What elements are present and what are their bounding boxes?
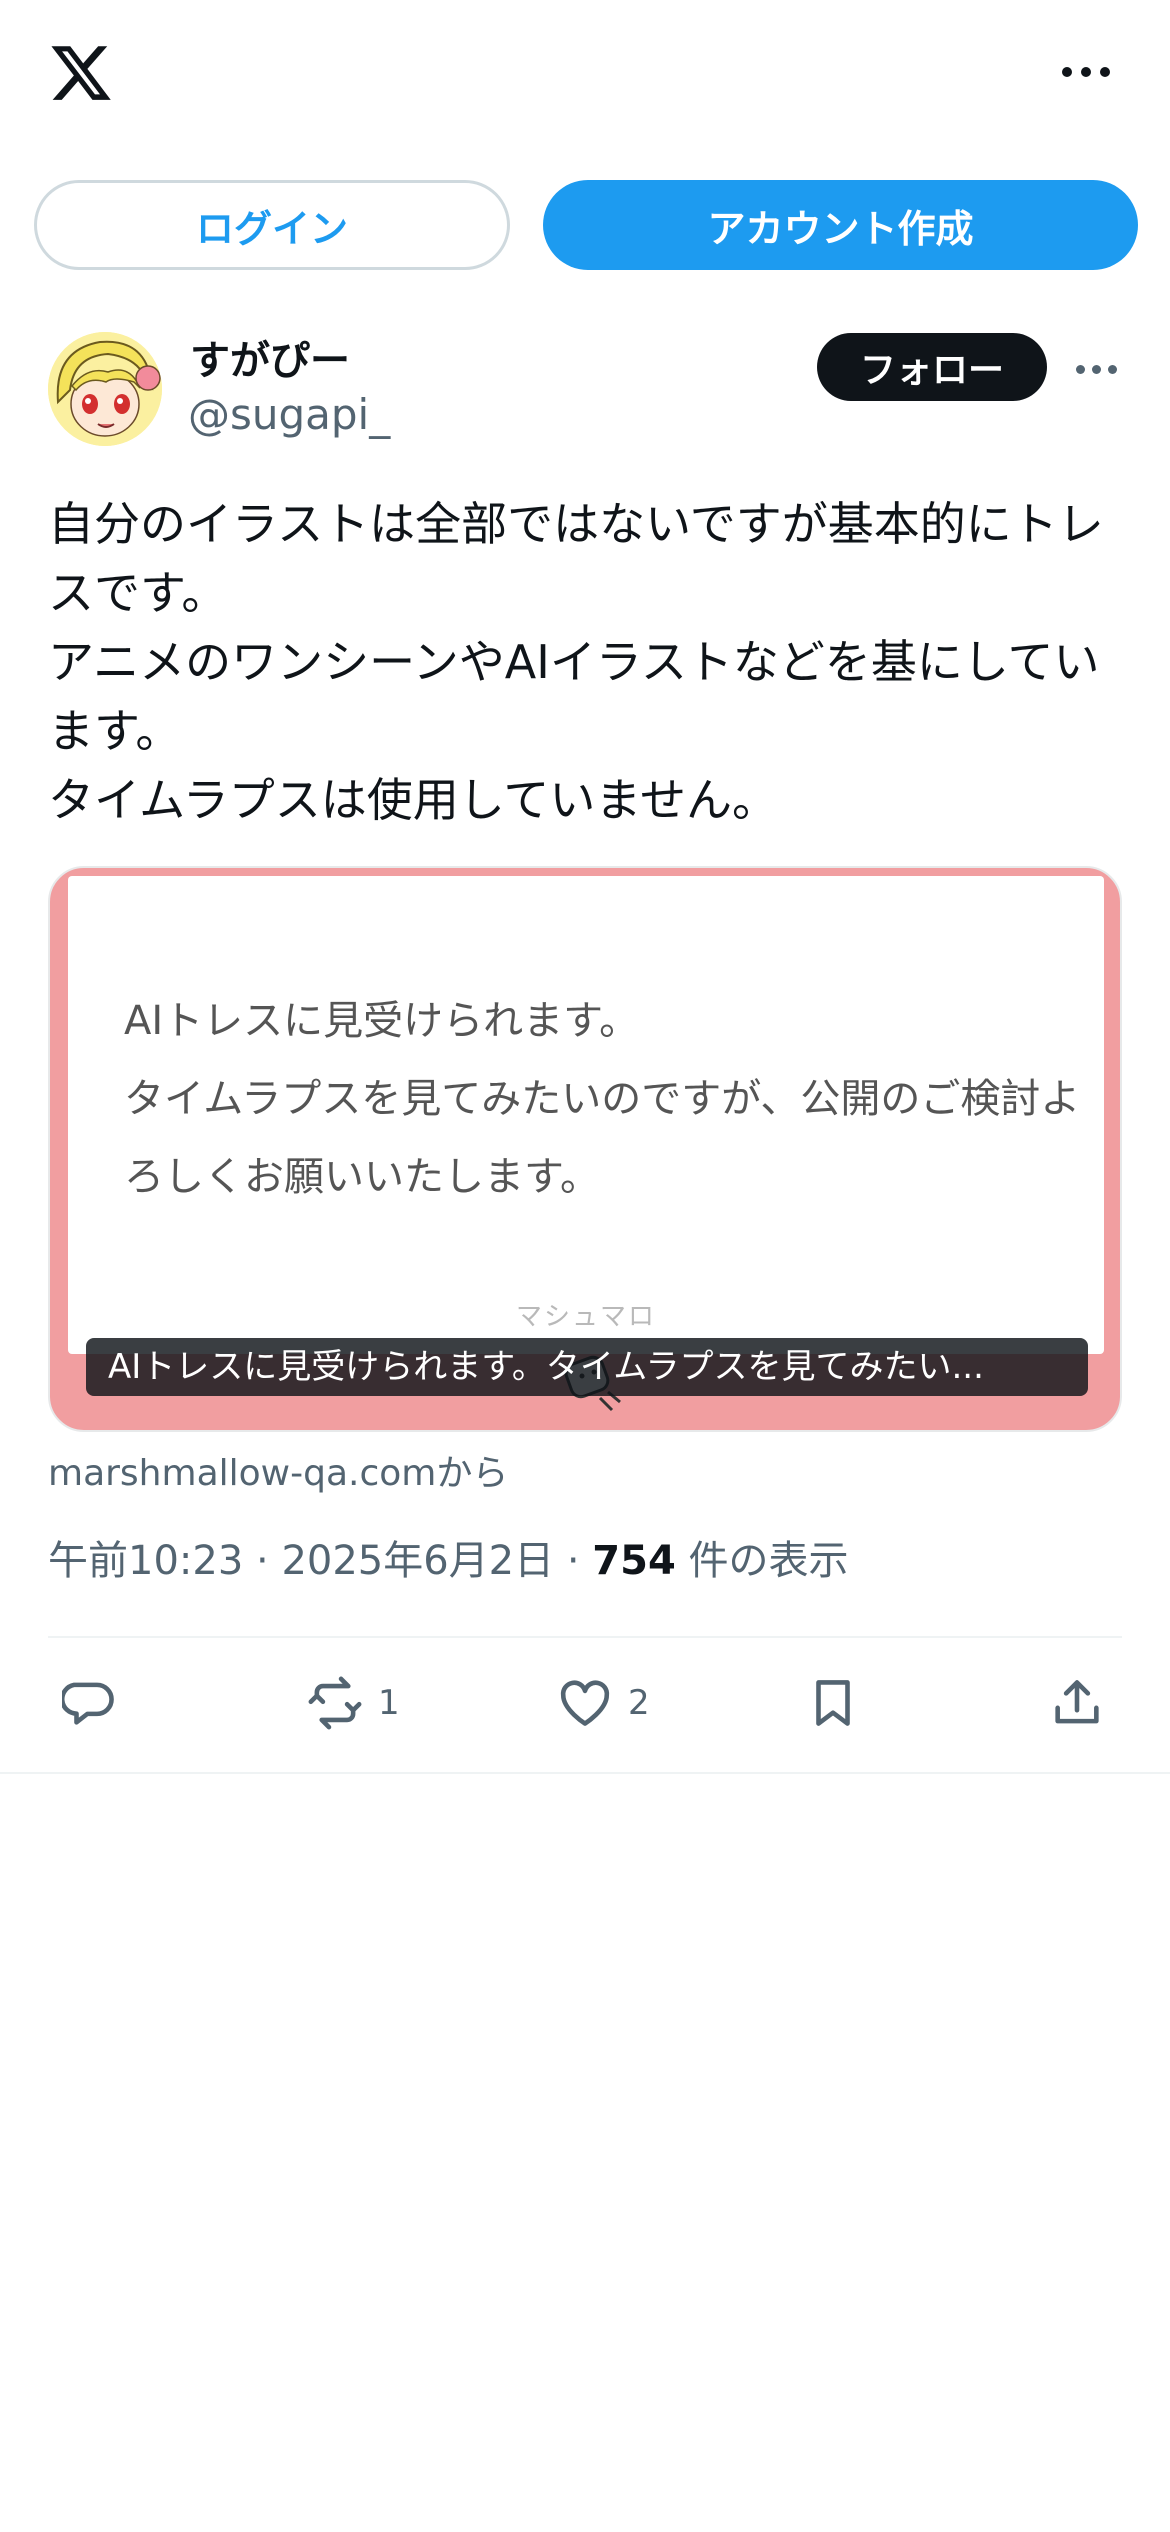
card-image: AIトレスに見受けられます。 タイムラプスを見てみたいのですが、公開のご検討よろ… bbox=[68, 876, 1104, 1354]
display-name[interactable]: すがぴー bbox=[190, 328, 350, 386]
tweet-text: 自分のイラストは全部ではないですが基本的にトレスです。 アニメのワンシーンやAI… bbox=[48, 497, 1104, 827]
user-handle[interactable]: @sugapi_ bbox=[188, 390, 390, 439]
views-count: 754 bbox=[592, 1538, 676, 1584]
link-card[interactable]: AIトレスに見受けられます。 タイムラプスを見てみたいのですが、公開のご検討よろ… bbox=[48, 866, 1122, 1432]
heart-icon bbox=[560, 1680, 610, 1726]
divider bbox=[0, 1772, 1170, 1774]
meta-separator: · bbox=[256, 1538, 269, 1584]
tweet-date[interactable]: 2025年6月2日 bbox=[281, 1538, 554, 1584]
reply-icon bbox=[62, 1682, 114, 1725]
retweet-button[interactable]: 1 bbox=[306, 1672, 400, 1734]
retweet-count: 1 bbox=[378, 1683, 400, 1723]
login-button[interactable]: ログイン bbox=[34, 180, 510, 270]
meta-separator: · bbox=[566, 1538, 580, 1584]
bookmark-button[interactable] bbox=[804, 1672, 862, 1734]
card-source-link[interactable]: marshmallow-qa.comから bbox=[48, 1444, 508, 1496]
x-logo-icon[interactable] bbox=[48, 40, 114, 106]
retweet-icon bbox=[308, 1676, 362, 1730]
like-button[interactable]: 2 bbox=[556, 1672, 650, 1734]
reply-button[interactable] bbox=[62, 1672, 134, 1734]
share-button[interactable] bbox=[1048, 1672, 1106, 1734]
more-horizontal-icon[interactable] bbox=[1076, 362, 1118, 376]
divider bbox=[48, 1636, 1122, 1638]
card-question-text: AIトレスに見受けられます。 タイムラプスを見てみたいのですが、公開のご検討よろ… bbox=[124, 998, 1081, 1200]
tweet-time[interactable]: 午前10:23 bbox=[48, 1538, 243, 1584]
tweet-page: ログイン アカウント作成 すがぴー @sugapi_ フォロー 自分のイラストは… bbox=[0, 0, 1170, 2532]
like-count: 2 bbox=[628, 1683, 650, 1723]
tweet-meta: 午前10:23 · 2025年6月2日 · 754 件の表示 bbox=[48, 1528, 849, 1586]
more-horizontal-icon[interactable] bbox=[1062, 62, 1110, 82]
card-caption: AIトレスに見受けられます。タイムラプスを見てみたい... bbox=[86, 1338, 1088, 1396]
follow-button[interactable]: フォロー bbox=[817, 333, 1047, 401]
create-account-button[interactable]: アカウント作成 bbox=[543, 180, 1138, 270]
views-label: 件の表示 bbox=[688, 1538, 849, 1584]
share-icon bbox=[1055, 1680, 1099, 1724]
avatar[interactable] bbox=[48, 332, 162, 446]
bookmark-icon bbox=[816, 1680, 850, 1726]
card-brand-label: マシュマロ bbox=[515, 1302, 656, 1332]
